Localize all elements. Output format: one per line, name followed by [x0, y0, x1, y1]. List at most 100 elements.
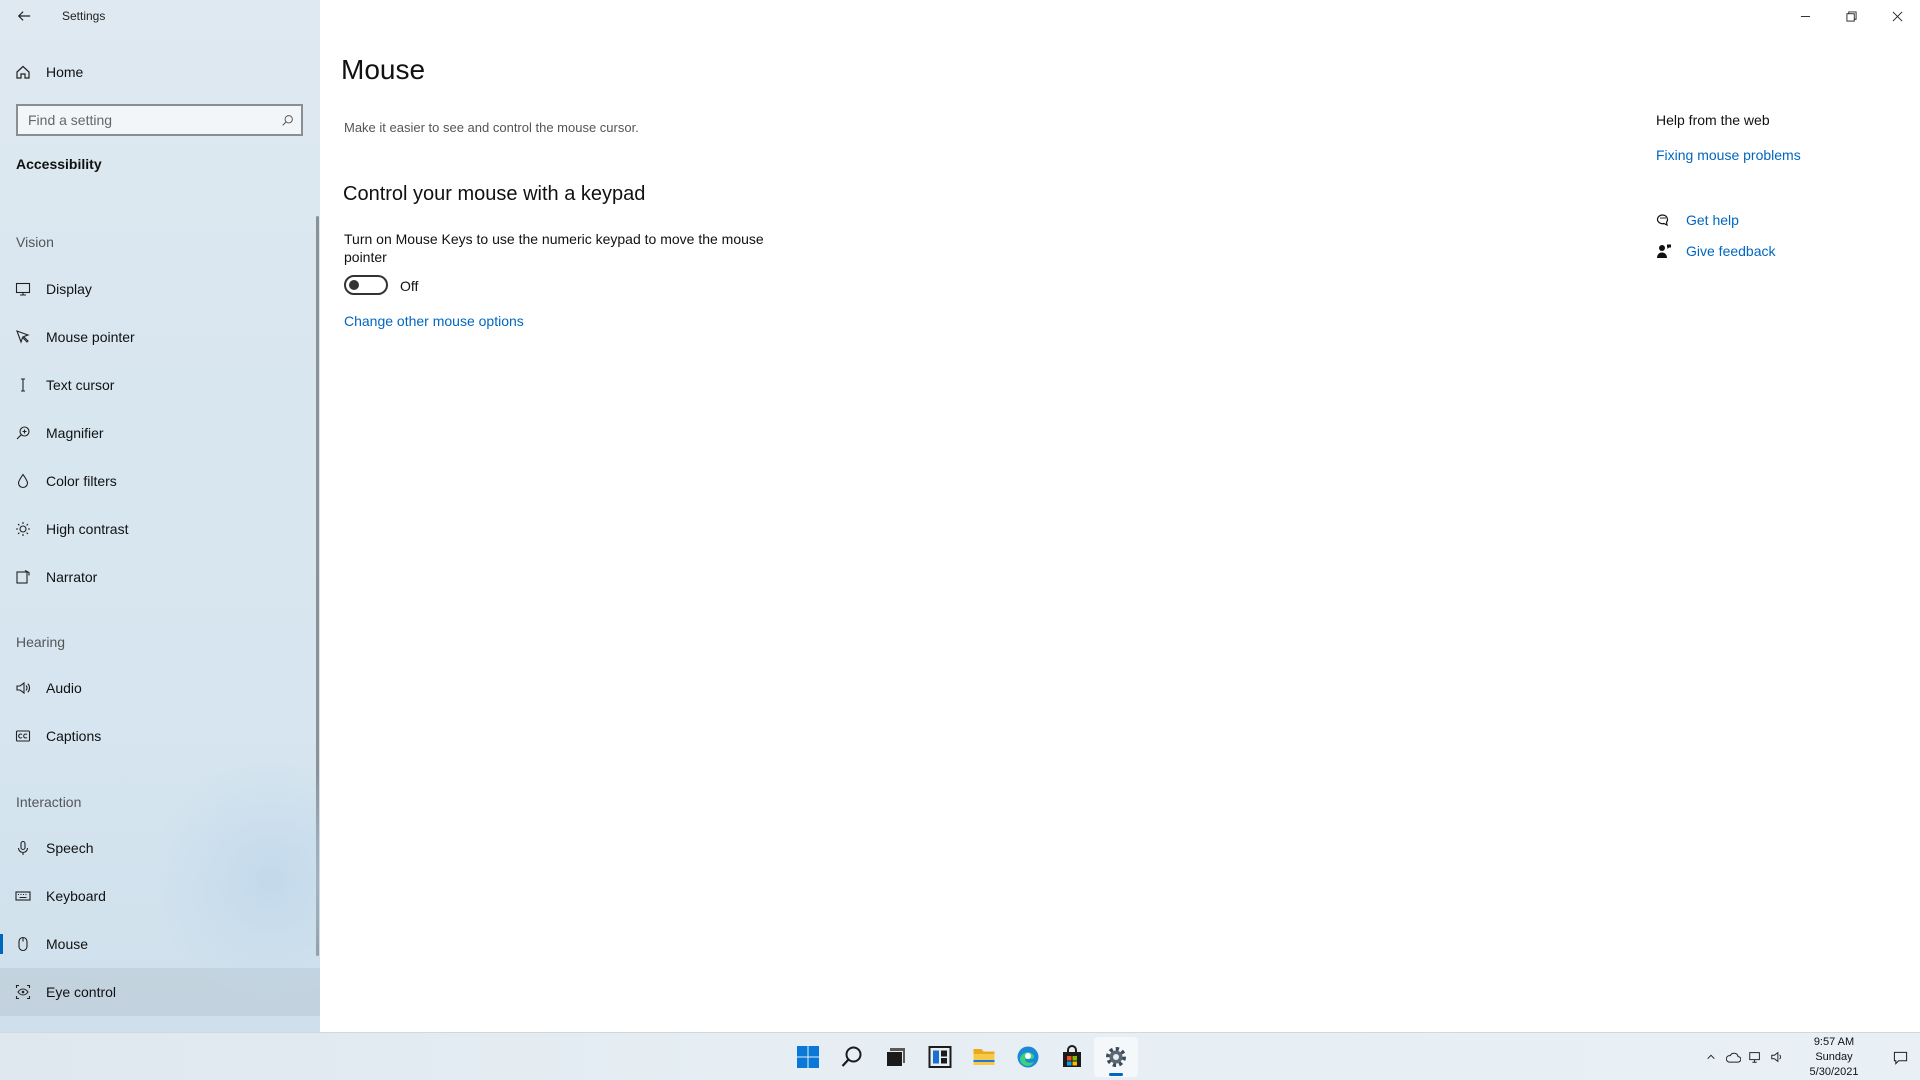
nav-eye-control-label: Eye control	[46, 984, 117, 1000]
task-view-icon	[887, 1048, 905, 1066]
color-filters-icon	[0, 473, 46, 489]
give-feedback-row[interactable]: Give feedback	[1654, 241, 1776, 261]
nav-text-cursor-label: Text cursor	[46, 377, 115, 393]
clock-day: Sunday	[1815, 1050, 1853, 1063]
nav-speech[interactable]: Speech	[0, 824, 320, 872]
minimize-button[interactable]	[1782, 0, 1828, 32]
search-input[interactable]	[18, 106, 273, 134]
taskbar-search-button[interactable]	[830, 1037, 874, 1077]
fixing-mouse-problems-link[interactable]: Fixing mouse problems	[1656, 147, 1801, 163]
onedrive-icon[interactable]	[1722, 1033, 1744, 1080]
task-view-button[interactable]	[874, 1037, 918, 1077]
help-title: Help from the web	[1656, 112, 1770, 128]
nav-mouse-pointer-label: Mouse pointer	[46, 329, 135, 345]
search-box[interactable]	[16, 104, 303, 136]
mouse-icon	[0, 936, 46, 952]
settings-button[interactable]	[1094, 1037, 1138, 1077]
search-icon[interactable]	[273, 114, 301, 127]
clock[interactable]: 9:57 AM Sunday 5/30/2021	[1788, 1035, 1880, 1080]
nav-audio-label: Audio	[46, 680, 82, 696]
nav-narrator[interactable]: Narrator	[0, 553, 320, 601]
nav-display-label: Display	[46, 281, 92, 297]
store-icon	[1063, 1045, 1081, 1067]
eye-control-icon	[0, 984, 46, 1000]
nav-mouse-pointer[interactable]: Mouse pointer	[0, 313, 320, 361]
mouse-keys-toggle[interactable]	[344, 275, 388, 295]
network-icon[interactable]	[1744, 1033, 1766, 1080]
toggle-knob	[349, 280, 359, 290]
group-vision: Vision	[16, 234, 54, 250]
nav-keyboard[interactable]: Keyboard	[0, 872, 320, 920]
notification-button[interactable]	[1880, 1033, 1920, 1080]
file-explorer-button[interactable]	[962, 1037, 1006, 1077]
nav-color-filters[interactable]: Color filters	[0, 457, 320, 505]
notification-icon	[1893, 1051, 1907, 1065]
volume-icon[interactable]	[1766, 1033, 1788, 1080]
file-explorer-icon	[973, 1049, 995, 1065]
monitor-icon	[0, 281, 46, 297]
narrator-icon	[0, 569, 46, 585]
get-help-link[interactable]: Get help	[1686, 212, 1739, 228]
nav-mouse[interactable]: Mouse	[0, 920, 320, 968]
change-other-mouse-options-link[interactable]: Change other mouse options	[344, 313, 524, 329]
get-help-row[interactable]: Get help	[1654, 210, 1739, 230]
minimize-icon	[1800, 15, 1810, 17]
edge-button[interactable]	[1006, 1037, 1050, 1077]
system-tray: 9:57 AM Sunday 5/30/2021	[1700, 1033, 1920, 1080]
nav-audio[interactable]: Audio	[0, 664, 320, 712]
nav-magnifier[interactable]: Magnifier	[0, 409, 320, 457]
app-title: Settings	[62, 9, 106, 23]
chevron-up-icon[interactable]	[1700, 1033, 1722, 1080]
feedback-person-icon	[1654, 241, 1674, 261]
start-button[interactable]	[786, 1037, 830, 1077]
taskbar: 9:57 AM Sunday 5/30/2021	[0, 1032, 1920, 1080]
nav-captions[interactable]: Captions	[0, 712, 320, 760]
mouse-keys-state: Off	[400, 278, 419, 294]
nav-keyboard-label: Keyboard	[46, 888, 106, 904]
taskbar-apps	[786, 1033, 1138, 1080]
microphone-icon	[0, 840, 46, 856]
start-icon	[797, 1046, 819, 1068]
group-interaction: Interaction	[16, 794, 82, 810]
nav-high-contrast-label: High contrast	[46, 521, 129, 537]
clock-time: 9:57 AM	[1813, 1035, 1855, 1048]
chat-help-icon	[1654, 210, 1674, 230]
nav-high-contrast[interactable]: High contrast	[0, 505, 320, 553]
restore-icon	[1845, 10, 1857, 22]
restore-button[interactable]	[1828, 0, 1874, 32]
clock-date: 5/30/2021	[1809, 1065, 1859, 1078]
title-bar: Settings	[0, 0, 320, 32]
widgets-button[interactable]	[918, 1037, 962, 1077]
window-controls	[1782, 0, 1920, 32]
back-arrow-icon	[17, 11, 31, 21]
current-section-title: Accessibility	[16, 156, 102, 172]
nav-color-filters-label: Color filters	[46, 473, 117, 489]
nav-speech-label: Speech	[46, 840, 94, 856]
widgets-icon	[928, 1046, 952, 1068]
nav-text-cursor[interactable]: Text cursor	[0, 361, 320, 409]
sidebar: Settings Home Accessibility Vision Displ…	[0, 0, 320, 1032]
home-icon	[0, 64, 46, 80]
brightness-icon	[0, 521, 46, 537]
keyboard-icon	[0, 888, 46, 904]
nav-display[interactable]: Display	[0, 265, 320, 313]
captions-icon	[0, 728, 46, 744]
settings-icon	[1106, 1047, 1126, 1067]
nav-captions-label: Captions	[46, 728, 102, 744]
nav-home-label: Home	[46, 64, 84, 80]
group-hearing: Hearing	[16, 634, 66, 650]
text-cursor-icon	[0, 377, 46, 393]
nav-magnifier-label: Magnifier	[46, 425, 104, 441]
store-button[interactable]	[1050, 1037, 1094, 1077]
nav-home[interactable]: Home	[0, 56, 320, 88]
give-feedback-link[interactable]: Give feedback	[1686, 243, 1776, 259]
page-description: Make it easier to see and control the mo…	[344, 120, 639, 135]
nav-eye-control[interactable]: Eye control	[0, 968, 320, 1016]
back-button[interactable]	[0, 0, 48, 32]
mouse-keys-description: Turn on Mouse Keys to use the numeric ke…	[344, 231, 764, 265]
nav-mouse-label: Mouse	[46, 936, 89, 952]
sidebar-scrollbar[interactable]	[316, 216, 319, 956]
mouse-pointer-icon	[0, 329, 46, 345]
close-icon	[1892, 11, 1902, 21]
close-button[interactable]	[1874, 0, 1920, 32]
